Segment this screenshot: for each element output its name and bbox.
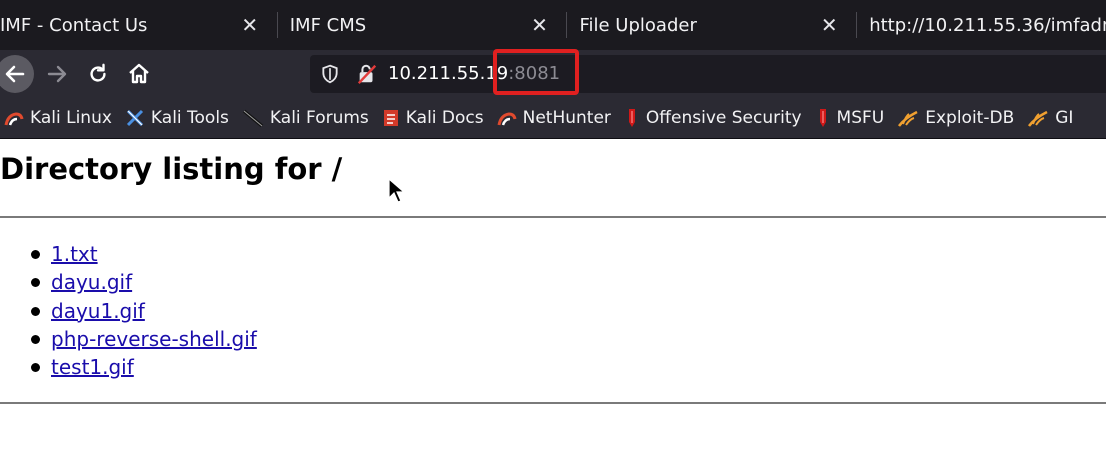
bookmark-ghdb[interactable]: GI bbox=[1027, 108, 1073, 128]
file-link[interactable]: test1.gif bbox=[51, 355, 134, 379]
nethunter-icon bbox=[497, 112, 517, 126]
bullet bbox=[31, 250, 40, 259]
tab-contact-us[interactable]: IMF - Contact Us ✕ bbox=[0, 0, 277, 50]
bookmark-label: Exploit-DB bbox=[925, 108, 1015, 128]
kali-tools-icon bbox=[126, 109, 143, 127]
bookmark-label: Offensive Security bbox=[645, 108, 802, 128]
page-title: Directory listing for / bbox=[0, 152, 343, 186]
bookmark-exploit-db[interactable]: Exploit-DB bbox=[897, 108, 1014, 128]
file-link[interactable]: 1.txt bbox=[51, 242, 98, 266]
mouse-cursor-icon bbox=[388, 178, 404, 203]
tab-file-uploader[interactable]: File Uploader ✕ bbox=[567, 0, 856, 50]
arrow-right-icon bbox=[47, 65, 67, 83]
bookmark-offensive-security[interactable]: Offensive Security bbox=[624, 107, 802, 129]
bookmark-kali-linux[interactable]: Kali Linux bbox=[4, 108, 112, 128]
bullet bbox=[31, 334, 40, 344]
tab-bar: IMF - Contact Us ✕ IMF CMS ✕ File Upload… bbox=[0, 0, 1106, 50]
msfu-icon bbox=[819, 109, 826, 127]
bookmark-msfu[interactable]: MSFU bbox=[815, 107, 885, 129]
reload-icon bbox=[90, 63, 106, 82]
tab-title: http://10.211.55.36/imfadmi bbox=[869, 14, 1106, 36]
kali-docs-icon bbox=[383, 110, 398, 126]
bookmark-label: NetHunter bbox=[522, 108, 611, 128]
bullet bbox=[31, 306, 40, 316]
tab-imf-cms[interactable]: IMF CMS ✕ bbox=[278, 0, 567, 50]
insecure-lock-icon[interactable] bbox=[356, 63, 378, 89]
forward-button[interactable] bbox=[42, 60, 72, 88]
back-button[interactable] bbox=[0, 55, 34, 93]
file-list: 1.txt dayu.gif dayu1.gif php-reverse-she… bbox=[0, 240, 257, 381]
tab-title: IMF CMS bbox=[289, 14, 367, 36]
bookmark-kali-tools[interactable]: Kali Tools bbox=[125, 108, 229, 128]
home-button[interactable] bbox=[124, 59, 154, 89]
bookmark-label: Kali Tools bbox=[150, 108, 229, 128]
kali-dragon-icon bbox=[4, 112, 24, 126]
close-icon[interactable]: ✕ bbox=[818, 13, 840, 37]
file-link[interactable]: php-reverse-shell.gif bbox=[51, 327, 257, 351]
bullet bbox=[31, 278, 40, 288]
bookmark-label: Kali Docs bbox=[405, 108, 484, 128]
list-item: php-reverse-shell.gif bbox=[0, 325, 257, 353]
address-bar[interactable]: 10.211.55.19:8081 bbox=[310, 55, 1106, 93]
ghdb-icon bbox=[1028, 110, 1048, 127]
bullet bbox=[31, 363, 40, 373]
bottom-divider bbox=[0, 402, 1106, 404]
list-item: dayu.gif bbox=[0, 268, 257, 296]
tab-imfadmin[interactable]: http://10.211.55.36/imfadmi bbox=[857, 0, 1106, 50]
kali-forums-icon bbox=[242, 109, 264, 128]
bookmark-label: GI bbox=[1055, 108, 1074, 128]
bookmark-label: MSFU bbox=[836, 108, 885, 128]
top-divider bbox=[0, 216, 1106, 218]
reload-button[interactable] bbox=[84, 60, 112, 88]
url-host: 10.211.55.19 bbox=[388, 63, 509, 84]
bookmarks-toolbar: Kali Linux Kali Tools Kali Forums Kali D… bbox=[0, 98, 1106, 139]
home-icon bbox=[129, 63, 149, 84]
close-icon[interactable]: ✕ bbox=[239, 13, 261, 37]
bookmark-kali-docs[interactable]: Kali Docs bbox=[382, 108, 484, 128]
bookmark-nethunter[interactable]: NetHunter bbox=[497, 108, 611, 128]
file-link[interactable]: dayu1.gif bbox=[51, 299, 145, 323]
exploit-db-icon bbox=[898, 110, 918, 127]
list-item: test1.gif bbox=[0, 353, 257, 381]
shield-icon[interactable] bbox=[320, 64, 340, 88]
list-item: 1.txt bbox=[0, 240, 257, 268]
bookmark-label: Kali Forums bbox=[269, 108, 369, 128]
file-link[interactable]: dayu.gif bbox=[51, 270, 132, 294]
bookmark-label: Kali Linux bbox=[30, 108, 112, 128]
arrow-left-icon bbox=[5, 65, 25, 83]
tab-title: IMF - Contact Us bbox=[0, 14, 148, 36]
list-item: dayu1.gif bbox=[0, 297, 257, 325]
tab-title: File Uploader bbox=[579, 14, 697, 36]
offsec-icon bbox=[628, 109, 635, 127]
bookmark-kali-forums[interactable]: Kali Forums bbox=[242, 108, 369, 128]
port-highlight-annotation bbox=[493, 49, 579, 95]
close-icon[interactable]: ✕ bbox=[528, 13, 550, 37]
